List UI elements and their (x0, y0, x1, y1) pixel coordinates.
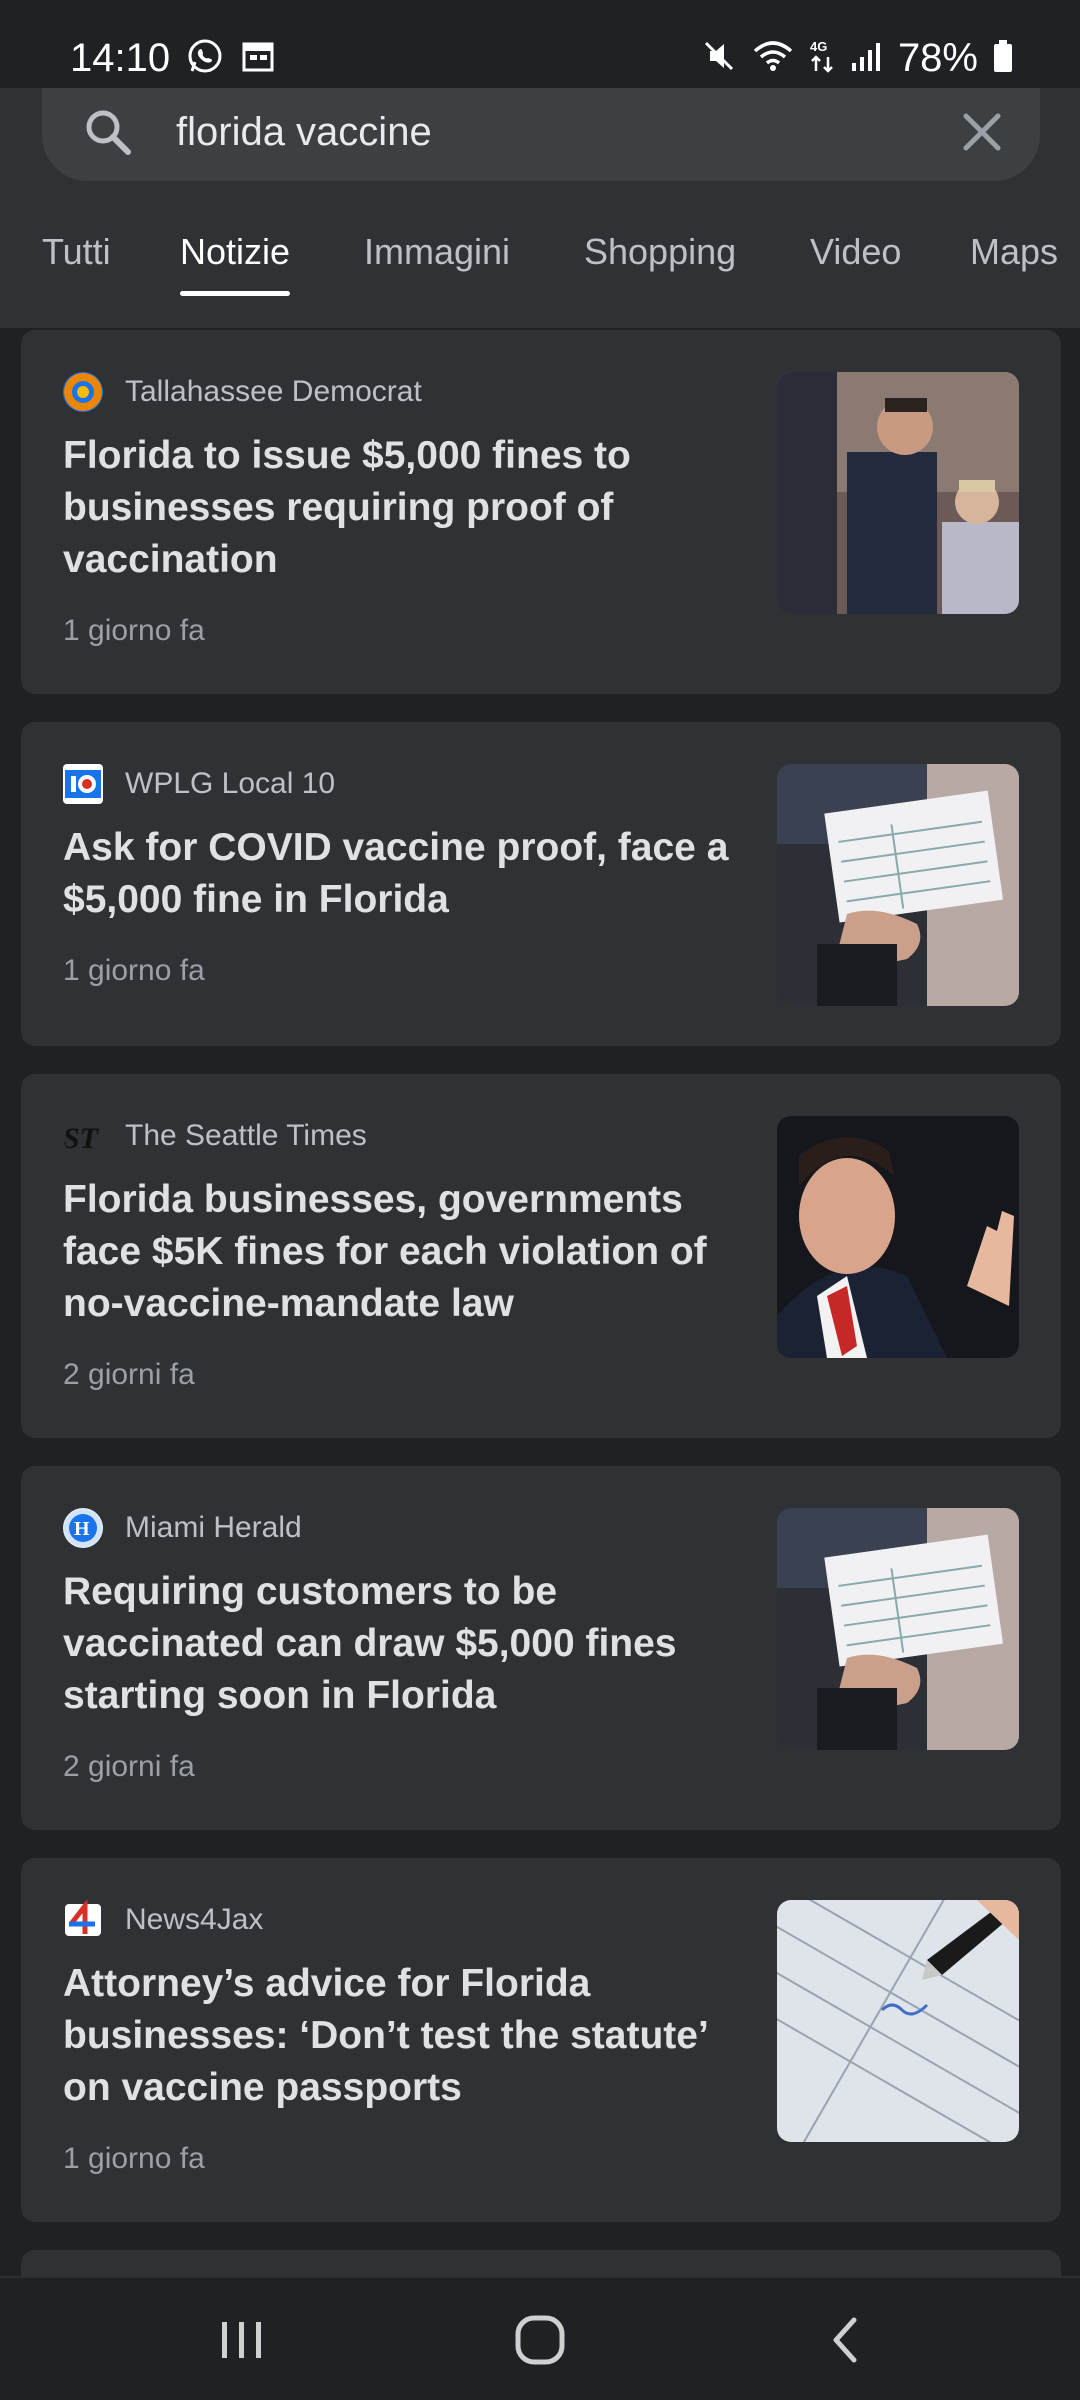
home-icon[interactable] (508, 2308, 572, 2372)
source-favicon-icon (63, 764, 103, 804)
search-header: florida vaccine Tutti Notizie Immagini S… (0, 88, 1080, 328)
news-source: WPLG Local 10 (63, 764, 335, 804)
search-tabs: Tutti Notizie Immagini Shopping Video Ma… (0, 220, 1080, 300)
news-thumbnail[interactable] (777, 1508, 1019, 1750)
news-thumbnail[interactable] (777, 372, 1019, 614)
search-input[interactable]: florida vaccine (176, 102, 432, 162)
news-source: H Miami Herald (63, 1508, 302, 1548)
source-name: Miami Herald (125, 1511, 302, 1544)
tab-video[interactable]: Video (810, 220, 901, 300)
news-source: Tallahassee Democrat (63, 372, 422, 412)
news-time: 1 giorno fa (63, 614, 205, 647)
signal-icon (850, 37, 884, 80)
status-bar-right: 4G 78% (700, 36, 1014, 81)
4g-icon: 4G (808, 37, 836, 80)
recent-apps-icon[interactable] (210, 2308, 274, 2372)
tab-shopping[interactable]: Shopping (584, 220, 736, 300)
tab-immagini[interactable]: Immagini (364, 220, 510, 300)
status-bar: 14:10 4G 78% (0, 0, 1080, 88)
news-headline[interactable]: Florida businesses, governments face $5K… (63, 1174, 753, 1330)
tab-notizie[interactable]: Notizie (180, 220, 291, 300)
battery-percent: 78% (897, 36, 978, 80)
source-name: WPLG Local 10 (125, 767, 336, 800)
news-headline[interactable]: Requiring customers to be vaccinated can… (63, 1566, 753, 1722)
news-thumbnail[interactable] (777, 1900, 1019, 2142)
news-source: News4Jax (63, 1900, 263, 1940)
svg-text:ST: ST (63, 1122, 100, 1155)
svg-text:H: H (74, 1518, 90, 1540)
screen: 14:10 4G 78% florida vaccine Tutti Notiz… (0, 0, 1080, 2400)
navigation-bar (0, 2276, 1080, 2400)
source-name: The Seattle Times (125, 1119, 367, 1152)
news-time: 2 giorni fa (63, 1750, 195, 1783)
status-time: 14:10 (70, 36, 171, 80)
source-favicon-icon: ST (63, 1116, 103, 1156)
news-card[interactable]: WPLG Local 10 Ask for COVID vaccine proo… (21, 722, 1061, 1046)
news-card[interactable]: News4Jax Attorney’s advice for Florida b… (21, 1858, 1061, 2222)
source-name: News4Jax (125, 1903, 264, 1936)
battery-icon (992, 37, 1014, 80)
news-time: 1 giorno fa (63, 954, 205, 987)
source-favicon-icon (63, 372, 103, 412)
news-headline[interactable]: Ask for COVID vaccine proof, face a $5,0… (63, 822, 753, 926)
news-card[interactable]: H Miami Herald Requiring customers to be… (21, 1466, 1061, 1830)
svg-text:4G: 4G (810, 39, 827, 54)
mute-icon (700, 37, 738, 80)
news-thumbnail[interactable] (777, 1116, 1019, 1358)
back-icon[interactable] (814, 2308, 878, 2372)
tab-maps[interactable]: Maps (970, 220, 1058, 300)
news-time: 1 giorno fa (63, 2142, 205, 2175)
source-favicon-icon: H (63, 1508, 103, 1548)
tab-tutti[interactable]: Tutti (42, 220, 111, 300)
calendar-icon (240, 38, 276, 79)
news-card[interactable]: Tallahassee Democrat Florida to issue $5… (21, 330, 1061, 694)
source-name: Tallahassee Democrat (125, 375, 422, 408)
search-box[interactable]: florida vaccine (42, 88, 1040, 181)
source-favicon-icon (63, 1900, 103, 1940)
news-source: ST The Seattle Times (63, 1116, 367, 1156)
whatsapp-icon (186, 37, 224, 80)
clear-icon[interactable] (952, 102, 1012, 162)
news-thumbnail[interactable] (777, 764, 1019, 1006)
status-bar-left: 14:10 (70, 36, 276, 81)
search-icon[interactable] (78, 102, 138, 162)
news-card[interactable]: ST The Seattle Times Florida businesses,… (21, 1074, 1061, 1438)
news-headline[interactable]: Florida to issue $5,000 fines to busines… (63, 430, 753, 586)
wifi-icon (752, 37, 794, 80)
news-headline[interactable]: Attorney’s advice for Florida businesses… (63, 1958, 753, 2114)
news-time: 2 giorni fa (63, 1358, 195, 1391)
